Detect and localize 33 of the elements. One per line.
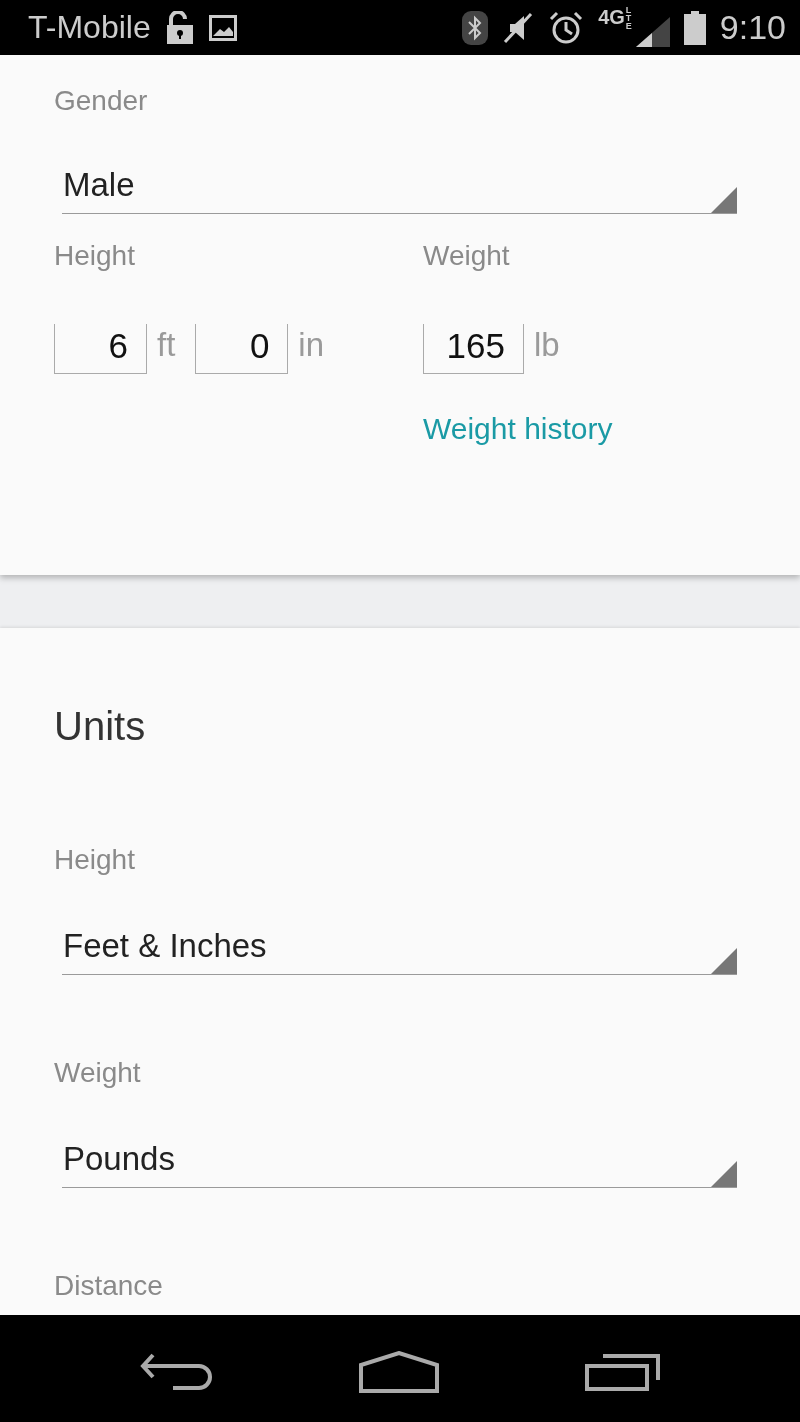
number-field[interactable]: 6	[54, 324, 147, 374]
alarm-clock-icon	[548, 10, 585, 45]
battery-icon	[683, 10, 706, 45]
unit-dropdown[interactable]: Pounds	[62, 1139, 737, 1188]
signal-icon	[635, 16, 670, 47]
unit-dropdown[interactable]: Feet & Inches	[62, 926, 737, 975]
network-subtype: LTE	[625, 6, 633, 31]
unit-label: lb	[534, 326, 560, 365]
field-label: Distance	[54, 1270, 164, 1302]
field-label: Gender	[54, 85, 149, 117]
field-label: Weight	[423, 240, 510, 272]
field-label: Weight	[54, 1057, 142, 1089]
unit-label: ft	[157, 326, 176, 365]
section-title: Units	[54, 703, 147, 750]
dropdown-triangle-icon	[711, 1161, 737, 1187]
field-label: Height	[54, 844, 136, 876]
gender-dropdown[interactable]: Male	[62, 165, 737, 214]
dropdown-triangle-icon	[711, 187, 737, 213]
back-icon[interactable]	[139, 1352, 213, 1391]
clock-time: 9:10	[719, 8, 786, 47]
bluetooth-icon	[462, 10, 489, 45]
dropdown-triangle-icon	[711, 948, 737, 974]
home-icon[interactable]	[359, 1350, 439, 1393]
unlocked-padlock-icon	[164, 10, 195, 45]
network-type: 4G	[598, 6, 625, 29]
unit-label: in	[298, 326, 325, 365]
number-field[interactable]: 165	[423, 324, 524, 374]
image-icon	[208, 14, 237, 41]
number-field[interactable]: 0	[195, 324, 289, 374]
carrier-name: T-Mobile	[28, 9, 151, 46]
recent-apps-icon[interactable]	[585, 1352, 661, 1391]
muted-speaker-icon	[502, 10, 535, 45]
field-label: Height	[54, 240, 135, 272]
